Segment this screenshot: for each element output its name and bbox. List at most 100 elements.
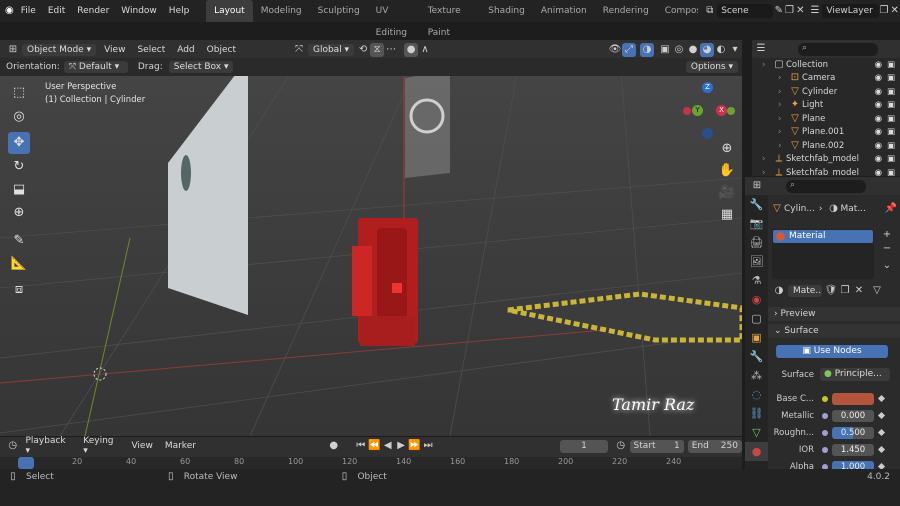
scene-field[interactable]: Scene [717, 4, 774, 18]
play-reverse-icon[interactable]: ◀ [381, 439, 394, 453]
use-nodes-button[interactable]: ▣ Use Nodes [776, 345, 888, 358]
visibility-eye-icon[interactable]: ◉ [875, 154, 882, 164]
modifier-tab-icon[interactable]: 🔧 [745, 347, 768, 366]
menu-window[interactable]: Window [115, 6, 163, 16]
snap-icon[interactable]: ⧖ [370, 43, 385, 57]
render-tab-icon[interactable]: 📷 [745, 214, 768, 233]
navigation-gizmo[interactable]: Z Y X [683, 80, 735, 140]
gizmo-icon[interactable]: ⤢ [622, 43, 636, 57]
outliner-row[interactable]: › ⟂ Sketchfab_model ◉ ▣ [752, 153, 900, 167]
particles-tab-icon[interactable]: ⁂ [745, 366, 768, 385]
pin-icon[interactable]: 📌 [884, 202, 898, 216]
render-toggle-icon[interactable]: ▣ [887, 168, 895, 176]
scene-icon[interactable]: ⧉ [704, 4, 715, 18]
move-tool-icon[interactable]: ✥ [8, 132, 30, 154]
view-layer-icon[interactable]: ☰ [810, 4, 821, 18]
pivot-icon[interactable]: ⟲ [356, 43, 370, 57]
outliner-row[interactable]: › ▽ Cylinder ◉ ▣ [752, 85, 900, 99]
outliner-search[interactable]: ⌕ [798, 42, 878, 56]
measure-tool-icon[interactable]: 📐 [8, 253, 30, 275]
keyframe-icon[interactable] [877, 411, 886, 420]
material-slot-row[interactable]: Material [773, 230, 873, 243]
outliner-row[interactable]: › ✦ Light ◉ ▣ [752, 99, 900, 113]
menu-file[interactable]: File [15, 6, 42, 16]
tab-uv-editing[interactable]: UV Editing [368, 0, 420, 38]
gizmo-neg-y[interactable] [727, 107, 735, 115]
remove-slot-icon[interactable]: − [880, 242, 894, 256]
menu-render[interactable]: Render [71, 6, 115, 16]
scale-tool-icon[interactable]: ⬓ [8, 179, 30, 201]
gizmo-x[interactable]: X [716, 105, 727, 116]
collection-tab-icon[interactable]: ▢ [745, 309, 768, 328]
overlays-icon[interactable]: ◑ [640, 43, 654, 57]
play-icon[interactable]: ▶ [394, 439, 407, 453]
timer-icon[interactable]: ◷ [614, 439, 627, 453]
current-frame-field[interactable]: 1 [559, 439, 609, 453]
keyframe-icon[interactable] [877, 428, 886, 437]
prev-keyframe-icon[interactable]: ⏪ [367, 439, 380, 453]
next-keyframe-icon[interactable]: ⏩ [408, 439, 421, 453]
add-slot-icon[interactable]: + [880, 228, 894, 242]
visibility-eye-icon[interactable]: ◉ [875, 127, 882, 137]
material-name-field[interactable]: Mate... [788, 285, 822, 297]
annotate-tool-icon[interactable]: ✎ [8, 230, 30, 252]
gizmo-y[interactable]: Y [692, 105, 703, 116]
socket-dot-icon[interactable] [822, 430, 828, 436]
menu-marker[interactable]: Marker [159, 441, 202, 451]
select-tool-icon[interactable]: ⬚ [8, 82, 30, 104]
object-tab-icon[interactable]: ▣ [745, 328, 768, 347]
surface-shader-dropdown[interactable]: ● Principle... [820, 368, 890, 381]
auto-keying-icon[interactable]: ● [327, 439, 340, 453]
falloff-icon[interactable]: ∧ [418, 43, 432, 57]
tab-rendering[interactable]: Rendering [595, 0, 657, 22]
3d-viewport[interactable]: User Perspective (1) Collection | Cylind… [0, 58, 742, 436]
render-toggle-icon[interactable]: ▣ [887, 141, 895, 151]
visibility-icon[interactable]: 👁 [608, 43, 622, 57]
jump-end-icon[interactable]: ⏭ [421, 439, 434, 453]
timeline-ruler[interactable]: 20 40 60 80 100 120 140 160 180 200 220 240 [0, 457, 742, 469]
menu-add[interactable]: Add [171, 45, 200, 55]
object-mode-dropdown[interactable]: Object Mode ▾ [22, 44, 97, 56]
outliner-editor-icon[interactable]: ☰ [754, 42, 768, 56]
start-frame-field[interactable]: Start 1 [629, 439, 684, 453]
outliner-row[interactable]: › ▽ Plane.002 ◉ ▣ [752, 139, 900, 153]
properties-search[interactable]: ⌕ [786, 179, 866, 193]
editor-type-icon[interactable]: ⊞ [6, 43, 20, 57]
outliner-row[interactable]: › ⟂ Sketchfab_model ◉ ▣ [752, 166, 900, 176]
output-tab-icon[interactable]: 🖨 [745, 233, 768, 252]
tab-sculpting[interactable]: Sculpting [310, 0, 368, 22]
menu-edit[interactable]: Edit [42, 6, 71, 16]
end-frame-field[interactable]: End 250 [687, 439, 742, 453]
tab-modeling[interactable]: Modeling [253, 0, 310, 22]
new-scene-icon[interactable]: ❐ [784, 4, 795, 18]
visibility-eye-icon[interactable]: ◉ [875, 100, 882, 110]
outliner-row[interactable]: › ▽ Plane ◉ ▣ [752, 112, 900, 126]
cursor-tool-icon[interactable]: ◎ [8, 106, 30, 128]
menu-select[interactable]: Select [131, 45, 171, 55]
gizmo-neg-x[interactable] [683, 107, 691, 115]
browse-material-icon[interactable]: ◑ [772, 284, 786, 298]
socket-dot-icon[interactable] [822, 413, 828, 419]
outliner-row[interactable]: › ▢ Collection ◉ ▣ [752, 58, 900, 72]
surface-panel-header[interactable]: ⌄ Surface [768, 324, 900, 338]
transform-tool-icon[interactable]: ⊕ [8, 202, 30, 224]
blender-logo-icon[interactable]: ◉ [4, 4, 15, 18]
playhead[interactable] [18, 457, 34, 469]
wireframe-shading-icon[interactable]: ◎ [672, 43, 686, 57]
view-layer-tab-icon[interactable]: 🖼 [745, 252, 768, 271]
pan-icon[interactable]: ✋ [716, 160, 738, 182]
delete-view-layer-icon[interactable]: ✕ [889, 4, 900, 18]
render-toggle-icon[interactable]: ▣ [887, 127, 895, 137]
rendered-shading-icon[interactable]: ◐ [714, 43, 728, 57]
keyframe-icon[interactable] [877, 445, 886, 454]
delete-scene-icon[interactable]: ✕ [795, 4, 806, 18]
pin-icon[interactable]: ✎ [773, 4, 784, 18]
constraints-tab-icon[interactable]: ⛓ [745, 404, 768, 423]
menu-playback[interactable]: Playback ▾ [19, 436, 77, 456]
timeline-editor-icon[interactable]: ◷ [6, 439, 19, 453]
render-toggle-icon[interactable]: ▣ [887, 60, 895, 70]
outliner-row[interactable]: › ⊡ Camera ◉ ▣ [752, 72, 900, 86]
tool-tab-icon[interactable]: 🔧 [745, 195, 768, 214]
properties-editor-icon[interactable]: ⊞ [750, 179, 764, 193]
property-field[interactable]: 0.500 [832, 427, 874, 439]
